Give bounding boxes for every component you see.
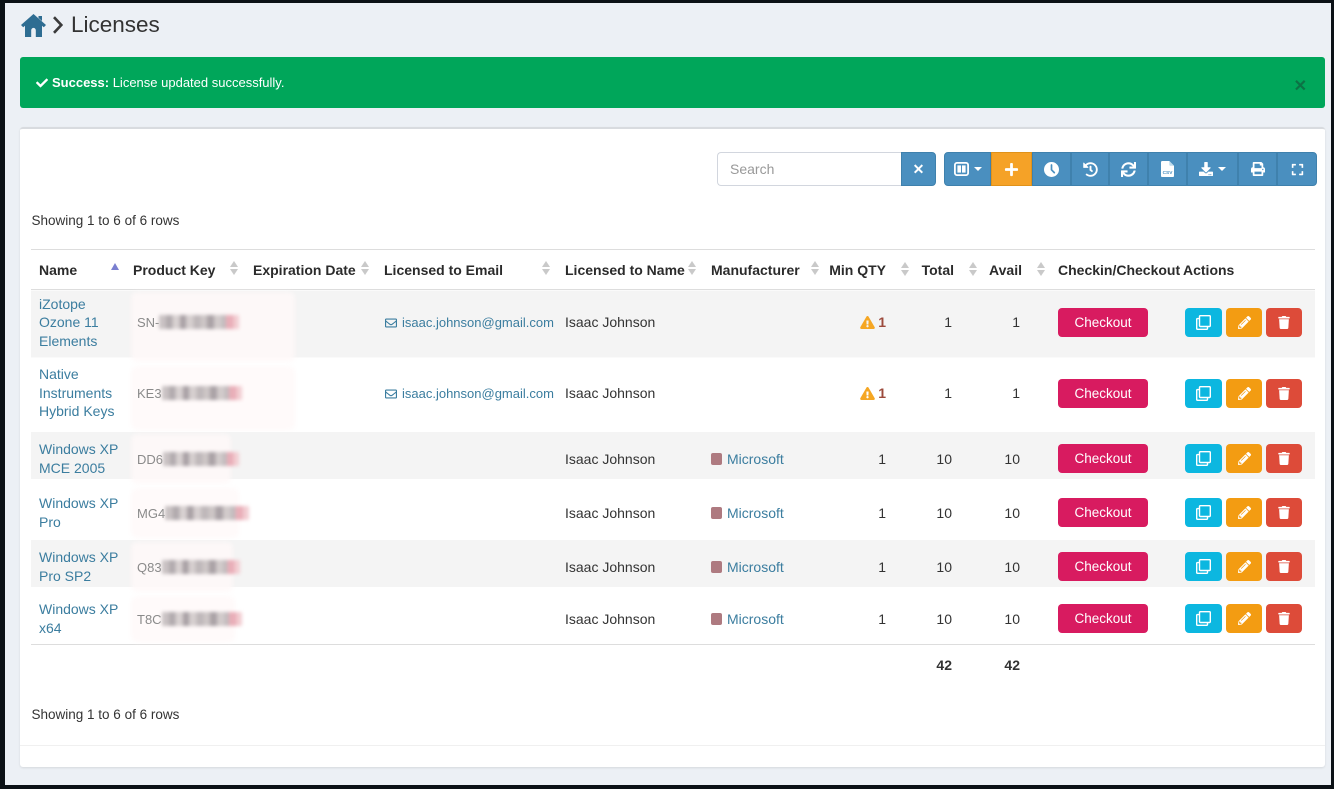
svg-text:CSV: CSV xyxy=(1163,170,1174,176)
